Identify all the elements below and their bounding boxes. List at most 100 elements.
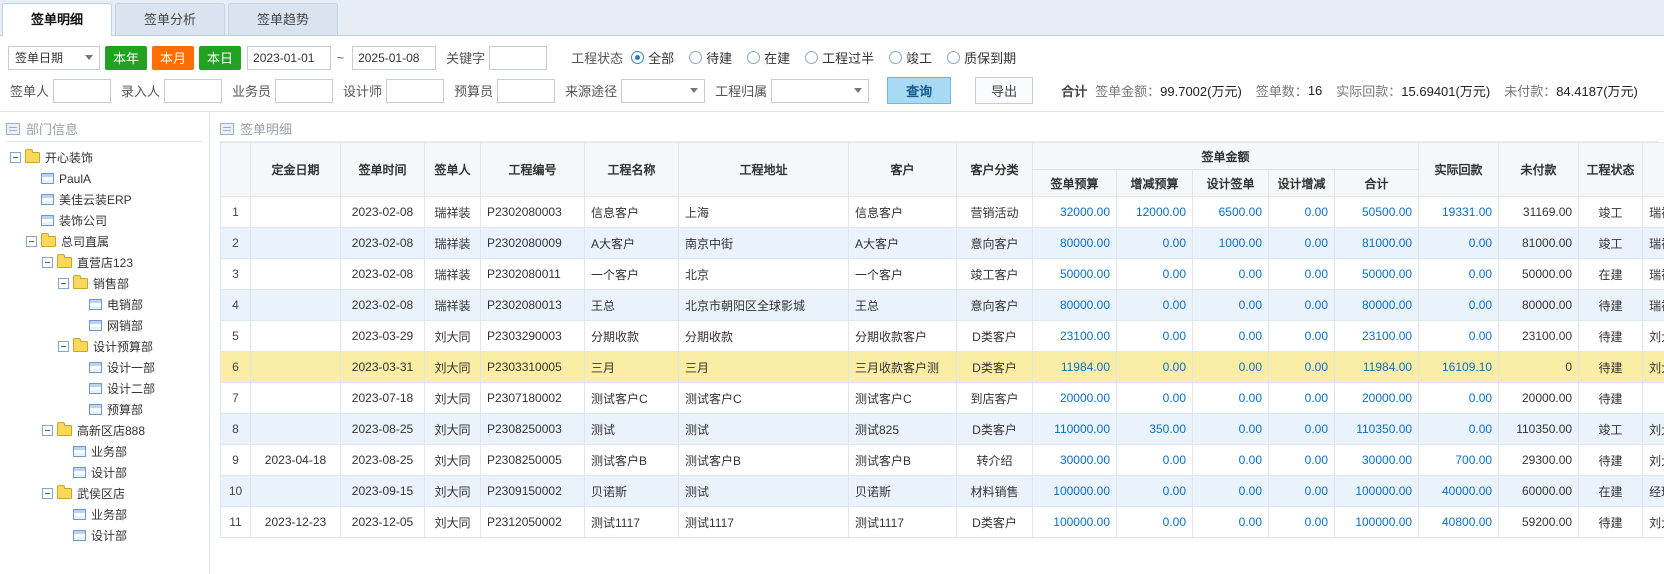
column-header[interactable]: 签单预算 [1033, 170, 1117, 197]
tab-order-detail[interactable]: 签单明细 [2, 3, 112, 36]
table-row[interactable]: 22023-02-08瑞祥装P2302080009A大客户南京中街A大客户意向客… [221, 228, 1664, 259]
date-from-input[interactable] [247, 46, 331, 70]
tree-node-设计二部[interactable]: 设计二部 [6, 378, 209, 399]
tree-node-直营店123[interactable]: 直营店123 [6, 252, 209, 273]
tab-order-trend[interactable]: 签单趋势 [228, 3, 338, 35]
table-row[interactable]: 102023-09-15刘大同P2309150002贝诺斯测试贝诺斯材料销售10… [221, 476, 1664, 507]
table-row[interactable]: 112023-12-232023-12-05刘大同P2312050002测试11… [221, 507, 1664, 538]
cell: 王总 [849, 290, 957, 321]
tree-node-网销部[interactable]: 网销部 [6, 315, 209, 336]
tree-node-业务部[interactable]: 业务部 [6, 441, 209, 462]
column-header[interactable]: 客户分类 [957, 143, 1033, 197]
status-option-全部[interactable]: 全部 [631, 48, 674, 67]
column-header[interactable]: 定金日期 [251, 143, 341, 197]
cell: 0.00 [1269, 259, 1335, 290]
column-header[interactable]: 工程状态 [1579, 143, 1643, 197]
tree-node-预算部[interactable]: 预算部 [6, 399, 209, 420]
date-to-input[interactable] [352, 46, 436, 70]
tree-node-美佳云装ERP[interactable]: 美佳云装ERP [6, 189, 209, 210]
tree-node-PaulA[interactable]: PaulA [6, 168, 209, 189]
table-row[interactable]: 62023-03-31刘大同P2303310005三月三月三月收款客户测D类客户… [221, 352, 1664, 383]
tree-node-开心装饰[interactable]: 开心装饰 [6, 147, 209, 168]
column-header[interactable]: 工程名称 [585, 143, 679, 197]
cell: 刘大同 [425, 352, 481, 383]
this-month-button[interactable]: 本月 [152, 46, 194, 70]
table-icon [89, 299, 102, 310]
cell: 2023-02-08 [341, 228, 425, 259]
tree-node-label: 业务部 [91, 506, 127, 523]
tree-node-电销部[interactable]: 电销部 [6, 294, 209, 315]
this-day-button[interactable]: 本日 [199, 46, 241, 70]
tree-node-设计一部[interactable]: 设计一部 [6, 357, 209, 378]
cell: 材料销售 [957, 476, 1033, 507]
source-select[interactable] [621, 79, 705, 103]
cell: D类客户 [957, 321, 1033, 352]
status-option-质保到期[interactable]: 质保到期 [947, 48, 1016, 67]
column-header[interactable]: 客户 [849, 143, 957, 197]
column-header[interactable]: 业务员 [1643, 143, 1664, 197]
cell: P2308250005 [481, 445, 585, 476]
collapse-icon[interactable] [42, 257, 53, 268]
status-option-工程过半[interactable]: 工程过半 [805, 48, 874, 67]
collapse-icon[interactable] [42, 488, 53, 499]
tree-node-设计部[interactable]: 设计部 [6, 462, 209, 483]
column-header[interactable]: 实际回款 [1419, 143, 1499, 197]
cell: 待建 [1579, 383, 1643, 414]
collapse-icon[interactable] [42, 425, 53, 436]
query-button[interactable]: 查询 [887, 77, 951, 104]
column-header[interactable]: 工程地址 [679, 143, 849, 197]
table-row[interactable]: 72023-07-18刘大同P2307180002测试客户C测试客户C测试客户C… [221, 383, 1664, 414]
cell: 6500.00 [1193, 197, 1269, 228]
column-header[interactable]: 工程编号 [481, 143, 585, 197]
filter-field-input-录入人[interactable] [164, 79, 222, 103]
collapse-icon[interactable] [58, 341, 69, 352]
filter-field-input-设计师[interactable] [386, 79, 444, 103]
tab-order-analysis[interactable]: 签单分析 [115, 3, 225, 35]
tree-node-高新区店888[interactable]: 高新区店888 [6, 420, 209, 441]
tree-node-总司直属[interactable]: 总司直属 [6, 231, 209, 252]
column-header[interactable]: 合计 [1335, 170, 1419, 197]
date-type-select[interactable]: 签单日期 [8, 46, 100, 70]
column-header[interactable]: 设计增减 [1269, 170, 1335, 197]
table-row[interactable]: 82023-08-25刘大同P2308250003测试测试测试825D类客户11… [221, 414, 1664, 445]
column-group-header[interactable]: 签单金额 [1033, 143, 1419, 170]
cell: 0.00 [1419, 321, 1499, 352]
cell: 60000.00 [1499, 476, 1579, 507]
collapse-icon[interactable] [26, 236, 37, 247]
cell: 刘大同 [1643, 445, 1664, 476]
table-row[interactable]: 52023-03-29刘大同P2303290003分期收款分期收款分期收款客户D… [221, 321, 1664, 352]
column-header[interactable] [221, 143, 251, 197]
column-header[interactable]: 设计签单 [1193, 170, 1269, 197]
collapse-icon[interactable] [58, 278, 69, 289]
tree-node-销售部[interactable]: 销售部 [6, 273, 209, 294]
tree-node-装饰公司[interactable]: 装饰公司 [6, 210, 209, 231]
column-header[interactable]: 签单时间 [341, 143, 425, 197]
tree-node-业务部[interactable]: 业务部 [6, 504, 209, 525]
this-year-button[interactable]: 本年 [105, 46, 147, 70]
filter-field-input-签单人[interactable] [53, 79, 111, 103]
filter-field-input-预算员[interactable] [497, 79, 555, 103]
cell: 0.00 [1269, 321, 1335, 352]
column-header[interactable]: 签单人 [425, 143, 481, 197]
table-row[interactable]: 42023-02-08瑞祥装P2302080013王总北京市朝阳区全球影城王总意… [221, 290, 1664, 321]
table-row[interactable]: 12023-02-08瑞祥装P2302080003信息客户上海信息客户营销活动3… [221, 197, 1664, 228]
table-row[interactable]: 92023-04-182023-08-25刘大同P2308250005测试客户B… [221, 445, 1664, 476]
status-option-在建[interactable]: 在建 [747, 48, 790, 67]
status-option-待建[interactable]: 待建 [689, 48, 732, 67]
tree-node-设计部[interactable]: 设计部 [6, 525, 209, 546]
tree-node-武侯区店[interactable]: 武侯区店 [6, 483, 209, 504]
keyword-input[interactable] [489, 46, 547, 70]
column-header[interactable]: 增减预算 [1117, 170, 1193, 197]
tree-node-设计预算部[interactable]: 设计预算部 [6, 336, 209, 357]
belong-select[interactable] [771, 79, 869, 103]
table-row[interactable]: 32023-02-08瑞祥装P2302080011一个客户北京一个客户竣工客户5… [221, 259, 1664, 290]
export-button[interactable]: 导出 [975, 77, 1033, 104]
content-area: 部门信息 开心装饰PaulA美佳云装ERP装饰公司总司直属直营店123销售部电销… [0, 112, 1664, 574]
cell: 16109.10 [1419, 352, 1499, 383]
status-option-竣工[interactable]: 竣工 [889, 48, 932, 67]
collapse-icon[interactable] [10, 152, 21, 163]
tree-node-label: 设计一部 [107, 359, 155, 376]
column-header[interactable]: 未付款 [1499, 143, 1579, 197]
filter-field-input-业务员[interactable] [275, 79, 333, 103]
chevron-down-icon [854, 88, 862, 93]
